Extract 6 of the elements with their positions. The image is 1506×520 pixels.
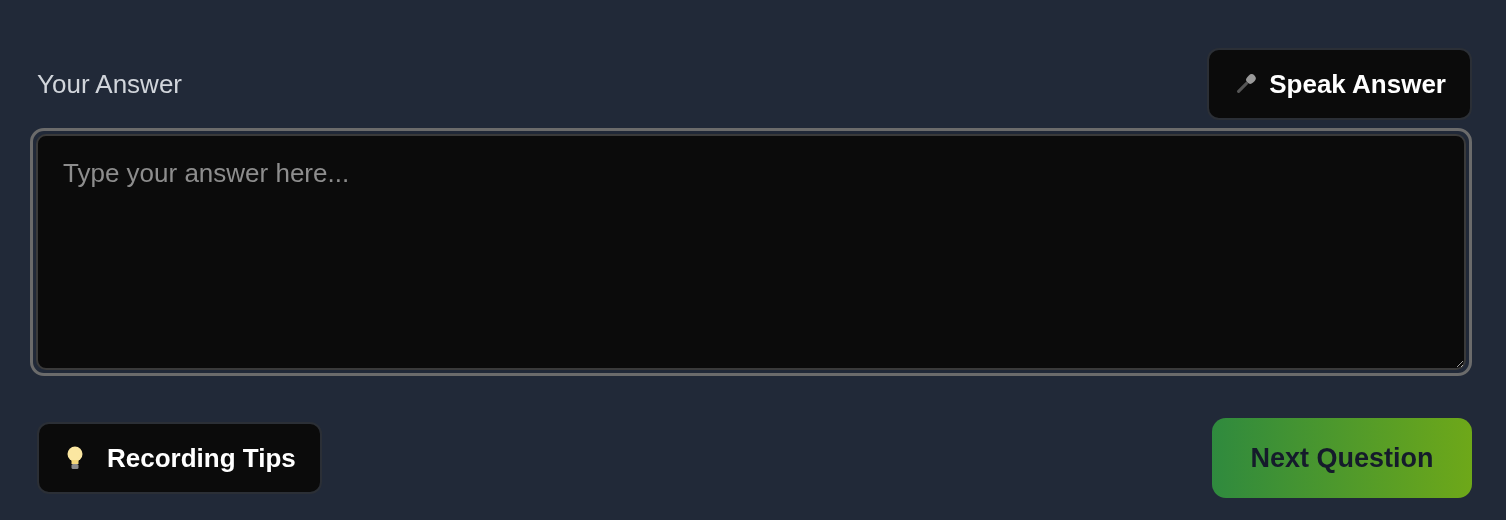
speak-answer-button[interactable]: Speak Answer [1207, 48, 1472, 120]
lightbulb-icon [65, 445, 85, 471]
answer-input-field[interactable]: Type your answer here... [36, 134, 1466, 370]
answer-label: Your Answer [37, 68, 183, 100]
recording-tips-button[interactable]: Recording Tips [37, 422, 322, 494]
next-question-button[interactable]: Next Question [1212, 418, 1472, 498]
